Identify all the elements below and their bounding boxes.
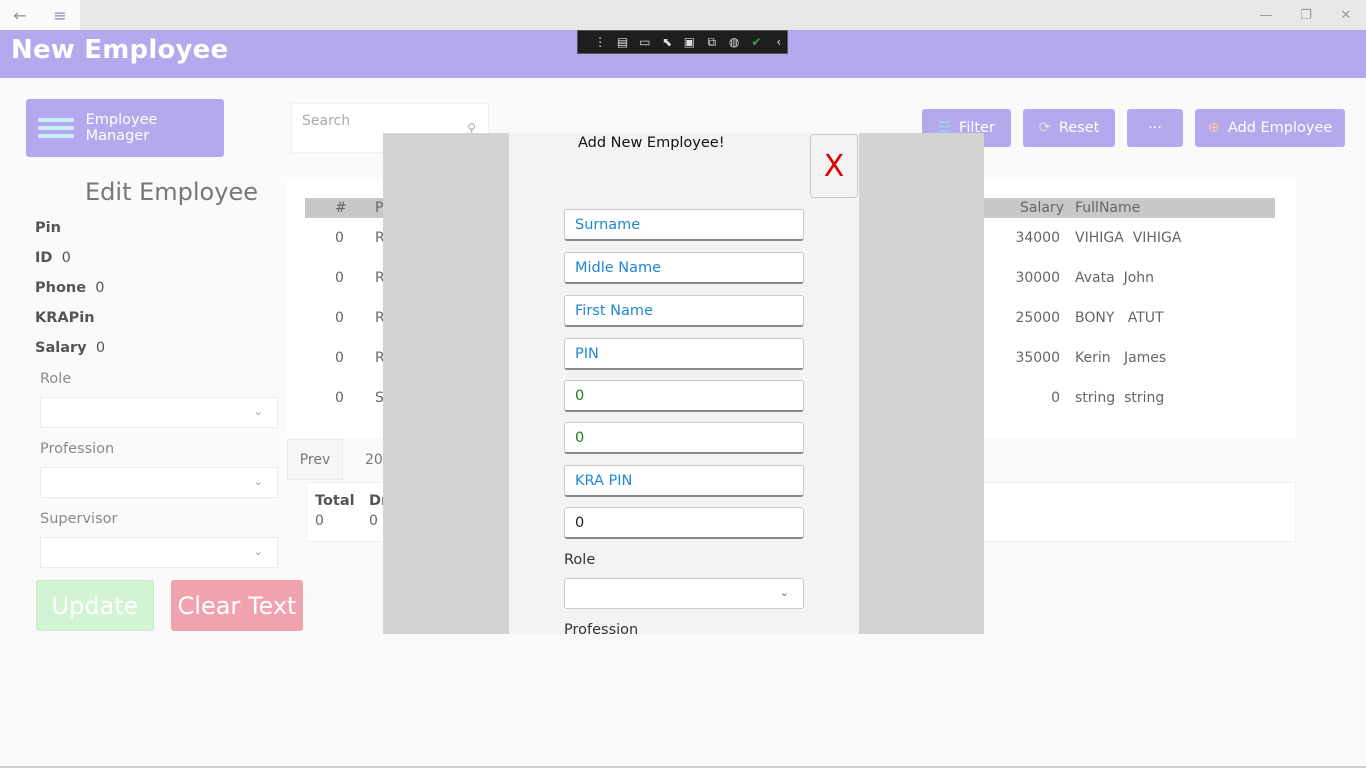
search-placeholder: Search bbox=[302, 113, 351, 129]
chevron-down-icon: ⌄ bbox=[253, 475, 263, 488]
cell-fullname: Kerin James bbox=[1075, 350, 1167, 366]
prev-page-button[interactable]: Prev bbox=[287, 439, 343, 480]
more-icon: ··· bbox=[1148, 120, 1162, 136]
phone-label: Phone bbox=[35, 280, 87, 296]
cell-salary: 35000 bbox=[1015, 350, 1060, 366]
cell-salary: 25000 bbox=[1015, 310, 1060, 326]
chevron-down-icon: ⌄ bbox=[253, 545, 263, 558]
page-title: New Employee bbox=[11, 35, 229, 65]
close-window-icon[interactable]: ✕ bbox=[1326, 0, 1366, 30]
id-label: ID bbox=[35, 250, 53, 266]
cell-index: 0 bbox=[335, 310, 344, 326]
hamburger-icon bbox=[38, 114, 74, 142]
edit-employee-title: Edit Employee bbox=[85, 178, 258, 206]
dialog-role-label: Role bbox=[564, 552, 596, 568]
add-employee-button[interactable]: ⊕ Add Employee bbox=[1195, 109, 1345, 147]
supervisor-select[interactable]: ⌄ bbox=[40, 537, 278, 568]
salary-field: Salary 0 bbox=[35, 340, 105, 356]
dialog-role-select[interactable]: ⌄ bbox=[564, 578, 804, 609]
id-input[interactable]: 0 bbox=[564, 380, 804, 412]
summary-total-label: Total bbox=[315, 493, 355, 509]
phone-field: Phone 0 bbox=[35, 280, 105, 296]
krapin-label: KRAPin bbox=[35, 310, 95, 326]
role-label: Role bbox=[40, 371, 72, 387]
cell-index: 0 bbox=[335, 230, 344, 246]
reset-label: Reset bbox=[1058, 120, 1100, 136]
supervisor-label: Supervisor bbox=[40, 511, 118, 527]
more-button[interactable]: ··· bbox=[1127, 109, 1183, 147]
surname-input[interactable]: Surname bbox=[564, 209, 804, 241]
grip-icon[interactable]: ⋮ bbox=[592, 34, 608, 50]
select-element-icon[interactable]: ⬉ bbox=[659, 34, 675, 50]
cell-index: 0 bbox=[335, 270, 344, 286]
layout-adorner-icon[interactable]: ▣ bbox=[681, 34, 697, 50]
col-salary-header[interactable]: Salary bbox=[1020, 200, 1064, 216]
page-size[interactable]: 20 bbox=[365, 452, 383, 468]
phone-input[interactable]: 0 bbox=[564, 422, 804, 454]
reset-button[interactable]: ⟳ Reset bbox=[1023, 109, 1115, 147]
cell-fullname: Avata John bbox=[1075, 270, 1155, 286]
summary-total-value: 0 bbox=[315, 513, 324, 529]
role-select[interactable]: ⌄ bbox=[40, 397, 278, 428]
middle-name-input[interactable]: Midle Name bbox=[564, 252, 804, 284]
employee-manager-label: Employee Manager bbox=[85, 112, 158, 144]
cell-salary: 34000 bbox=[1015, 230, 1060, 246]
minimize-icon[interactable]: — bbox=[1246, 0, 1286, 30]
dialog-title: Add New Employee! bbox=[578, 135, 725, 151]
summary-dr-value: 0 bbox=[369, 513, 378, 529]
refresh-icon: ⟳ bbox=[1038, 120, 1051, 136]
pin-field: Pin bbox=[35, 220, 61, 236]
pin-input[interactable]: PIN bbox=[564, 338, 804, 370]
salary-value: 0 bbox=[95, 340, 106, 356]
cell-index: 0 bbox=[335, 390, 344, 406]
chevron-down-icon: ⌄ bbox=[253, 405, 263, 418]
salary-label: Salary bbox=[35, 340, 87, 356]
add-employee-label: Add Employee bbox=[1227, 120, 1333, 136]
dialog-profession-label: Profession bbox=[564, 622, 639, 634]
add-icon: ⊕ bbox=[1207, 120, 1220, 136]
col-index-header[interactable]: # bbox=[335, 200, 347, 216]
display-layout-icon[interactable]: ⧉ bbox=[704, 34, 720, 50]
kra-pin-input[interactable]: KRA PIN bbox=[564, 465, 804, 497]
col-fullname-header[interactable]: FullName bbox=[1075, 200, 1140, 216]
cell-fullname: string string bbox=[1075, 390, 1165, 406]
back-icon[interactable]: ← bbox=[0, 0, 40, 30]
phone-value: 0 bbox=[95, 280, 105, 296]
krapin-field: KRAPin bbox=[35, 310, 95, 326]
profession-label: Profession bbox=[40, 441, 115, 457]
check-icon[interactable]: ✔ bbox=[748, 34, 764, 50]
employee-manager-button[interactable]: Employee Manager bbox=[26, 99, 224, 157]
update-button[interactable]: Update bbox=[36, 580, 154, 631]
collapse-icon[interactable]: ‹ bbox=[771, 34, 787, 50]
visual-tree-icon[interactable]: ▤ bbox=[614, 34, 630, 50]
profession-select[interactable]: ⌄ bbox=[40, 467, 278, 498]
close-dialog-button[interactable]: X bbox=[810, 134, 858, 198]
cell-fullname: BONY ATUT bbox=[1075, 310, 1164, 326]
cell-index: 0 bbox=[335, 350, 344, 366]
camera-icon[interactable]: ▭ bbox=[637, 34, 653, 50]
chevron-down-icon: ⌄ bbox=[779, 586, 789, 599]
menu-icon[interactable]: ≡ bbox=[40, 0, 80, 30]
cell-fullname: VIHIGA VIHIGA bbox=[1075, 230, 1182, 246]
id-field: ID 0 bbox=[35, 250, 71, 266]
cell-salary: 0 bbox=[1051, 390, 1060, 406]
id-value: 0 bbox=[61, 250, 71, 266]
restore-icon[interactable]: ❐ bbox=[1286, 0, 1326, 30]
pin-label: Pin bbox=[35, 220, 61, 236]
title-bar: ← ≡ — ❐ ✕ bbox=[0, 0, 1366, 30]
salary-input[interactable]: 0 bbox=[564, 507, 804, 539]
cell-salary: 30000 bbox=[1015, 270, 1060, 286]
accessibility-icon[interactable]: ◍ bbox=[726, 34, 742, 50]
first-name-input[interactable]: First Name bbox=[564, 295, 804, 327]
clear-text-button[interactable]: Clear Text bbox=[171, 580, 303, 631]
debug-toolbar: ⋮ ▤ ▭ ⬉ ▣ ⧉ ◍ ✔ ‹ bbox=[577, 30, 788, 54]
